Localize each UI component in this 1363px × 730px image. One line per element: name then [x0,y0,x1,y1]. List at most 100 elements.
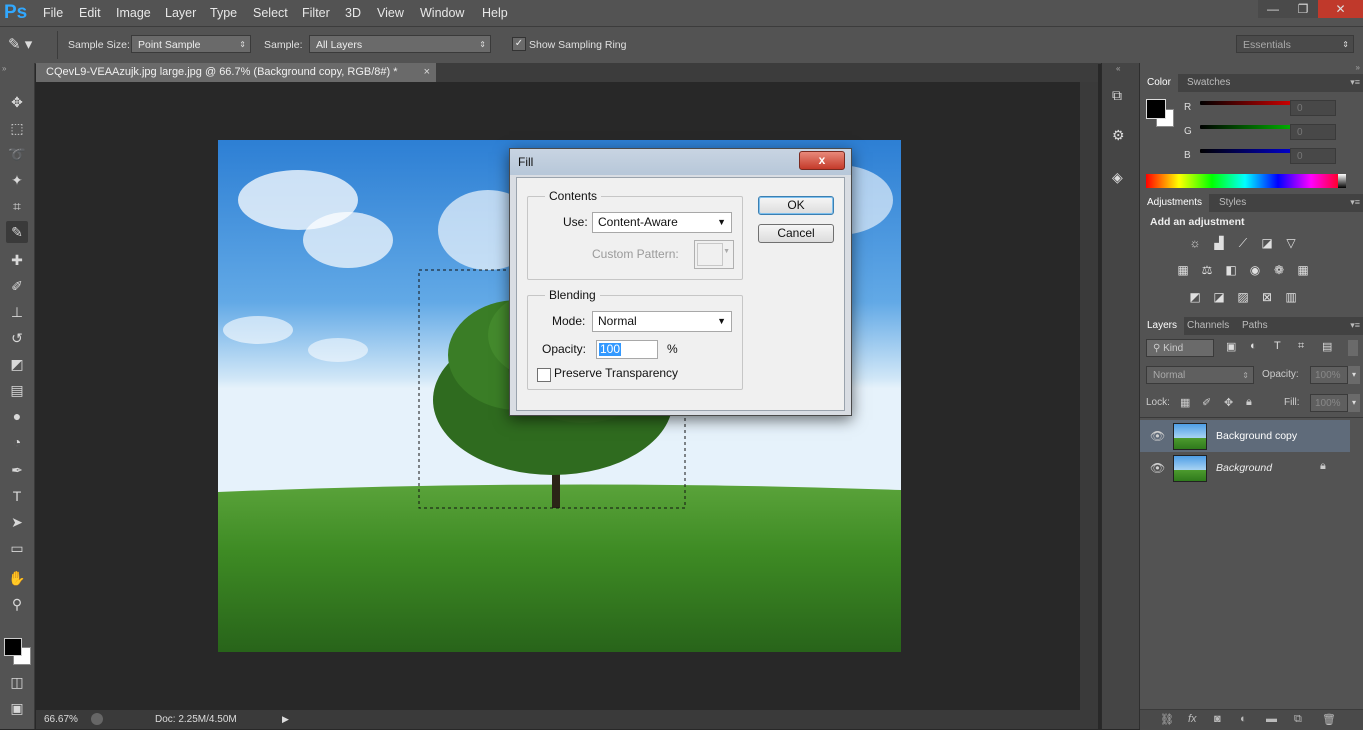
custom-pattern-picker[interactable]: ▼ [694,240,734,269]
channel-mixer-icon[interactable]: ❁ [1271,263,1287,277]
link-layers-icon[interactable]: ⛓ [1160,713,1174,726]
ok-button[interactable]: OK [758,196,834,215]
menu-select[interactable]: Select [253,0,288,26]
gradient-map-icon[interactable]: ▽ [1283,236,1299,250]
crop-tool-icon[interactable]: ⌗ [6,195,28,217]
menu-filter[interactable]: Filter [302,0,330,26]
visibility-eye-icon[interactable]: 👁︎ [1150,429,1165,443]
photo-filter-icon[interactable]: ◉ [1247,263,1263,277]
stamp-tool-icon[interactable]: ⊥ [6,301,28,323]
color-spectrum-ramp[interactable] [1146,174,1344,188]
black-white-icon[interactable]: ◧ [1223,263,1239,277]
opacity-dropdown-icon[interactable]: ▾ [1348,366,1360,384]
pen-tool-icon[interactable]: ✒ [6,459,28,481]
dialog-close-button[interactable]: x [799,151,845,170]
channel-g-slider[interactable] [1200,125,1300,129]
vibrance-icon[interactable]: ▦ [1175,263,1191,277]
new-adjustment-layer-icon[interactable]: ◐ [1240,713,1247,725]
opacity-input[interactable]: 100% [1310,366,1348,384]
move-tool-icon[interactable]: ✥ [6,91,28,113]
curves-icon[interactable]: ⟋ [1235,236,1251,250]
type-tool-icon[interactable]: T [6,485,28,507]
panel-menu-icon[interactable]: ▾≡ [1350,77,1360,88]
tab-swatches[interactable]: Swatches [1180,74,1237,92]
lock-position-icon[interactable]: ✥ [1224,396,1233,409]
sample-select[interactable]: All Layers ⇕ [309,35,491,53]
selective-color-icon[interactable]: ⊠ [1259,290,1275,304]
lock-image-icon[interactable]: ✐ [1202,396,1211,409]
dodge-tool-icon[interactable]: ◔ [6,431,28,453]
screen-mode-icon[interactable]: ▣ [6,697,28,719]
preserve-transparency-checkbox[interactable] [537,368,551,382]
status-menu-arrow-icon[interactable]: ▶ [282,710,289,729]
filter-toggle[interactable] [1348,340,1358,356]
layer-style-icon[interactable]: fx [1188,713,1197,725]
restore-button[interactable]: ❐ [1288,0,1318,18]
layer-row-background-copy[interactable]: 👁︎ Background copy [1140,420,1350,452]
opacity-input[interactable]: 100 [596,340,658,359]
healing-brush-tool-icon[interactable]: ✚ [6,249,28,271]
fill-dropdown-icon[interactable]: ▾ [1348,394,1360,412]
filter-pixel-icon[interactable]: ▣ [1226,340,1236,353]
quick-mask-icon[interactable]: ◫ [6,671,28,693]
invert-icon[interactable]: ◩ [1187,290,1203,304]
collapse-icon[interactable]: « [1116,64,1120,73]
mode-select[interactable]: Normal ▼ [592,311,732,332]
collapse-icon[interactable]: » [2,64,6,73]
new-layer-icon[interactable]: ⧉ [1294,713,1302,726]
document-tab-close-icon[interactable]: × [424,63,430,82]
3d-panel-icon[interactable]: ◈ [1112,169,1130,187]
close-window-button[interactable]: ✕ [1318,0,1363,18]
document-tab[interactable]: CQevL9-VEAAzujk.jpg large.jpg @ 66.7% (B… [36,63,436,82]
posterize-icon[interactable]: ◪ [1211,290,1227,304]
brush-tool-icon[interactable]: ✐ [6,275,28,297]
collapse-icon[interactable]: » [1356,63,1360,72]
minimize-button[interactable]: — [1258,0,1288,18]
panel-menu-icon[interactable]: ▾≡ [1350,197,1360,208]
zoom-level[interactable]: 66.67% [44,710,78,729]
filter-adjustment-icon[interactable]: ◐ [1250,340,1257,352]
layer-row-background[interactable]: 👁︎ Background 🔒︎ [1140,452,1350,484]
vertical-scrollbar[interactable] [1080,82,1098,710]
new-group-icon[interactable]: ▬ [1266,713,1277,725]
menu-type[interactable]: Type [210,0,237,26]
tab-paths[interactable]: Paths [1235,317,1275,335]
show-sampling-ring-checkbox[interactable]: ✓ [512,37,526,51]
lock-all-icon[interactable]: 🔒︎ [1246,396,1252,409]
exposure-icon[interactable]: ◪ [1259,236,1275,250]
blur-tool-icon[interactable]: ● [6,405,28,427]
menu-view[interactable]: View [377,0,404,26]
channel-b-slider[interactable] [1200,149,1300,153]
sample-size-select[interactable]: Point Sample ⇕ [131,35,251,53]
tab-color[interactable]: Color [1140,74,1178,92]
filter-shape-icon[interactable]: ⌗ [1298,340,1304,353]
zoom-tool-icon[interactable]: ⚲ [6,593,28,615]
rectangle-tool-icon[interactable]: ▭ [6,537,28,559]
channel-r-input[interactable]: 0 [1290,100,1336,116]
path-selection-tool-icon[interactable]: ➤ [6,511,28,533]
hand-tool-icon[interactable]: ✋ [6,567,28,589]
balance-icon[interactable]: ⚖ [1199,263,1215,277]
filter-smart-object-icon[interactable]: ▤ [1322,340,1332,353]
eyedropper-tool-preset-icon[interactable]: ✎ ▾ [8,35,42,55]
delete-layer-icon[interactable]: 🗑︎ [1322,713,1336,726]
eraser-tool-icon[interactable]: ◩ [6,353,28,375]
status-icon[interactable] [91,713,103,725]
workspace-select[interactable]: Essentials ⇕ [1236,35,1354,53]
panel-menu-icon[interactable]: ▾≡ [1350,320,1360,331]
use-select[interactable]: Content-Aware ▼ [592,212,732,233]
eyedropper-tool-icon[interactable]: ✎ [6,221,28,243]
tab-styles[interactable]: Styles [1212,194,1253,212]
channel-g-input[interactable]: 0 [1290,124,1336,140]
quick-selection-tool-icon[interactable]: ✦ [6,169,28,191]
menu-3d[interactable]: 3D [345,0,361,26]
visibility-eye-icon[interactable]: 👁︎ [1150,461,1165,475]
lock-transparent-icon[interactable]: ▦ [1180,396,1190,409]
cancel-button[interactable]: Cancel [758,224,834,243]
menu-file[interactable]: File [43,0,63,26]
tab-layers[interactable]: Layers [1140,317,1185,335]
menu-edit[interactable]: Edit [79,0,101,26]
channel-r-slider[interactable] [1200,101,1300,105]
layer-filter-kind-select[interactable]: ⚲ Kind [1146,339,1214,357]
tab-channels[interactable]: Channels [1180,317,1236,335]
